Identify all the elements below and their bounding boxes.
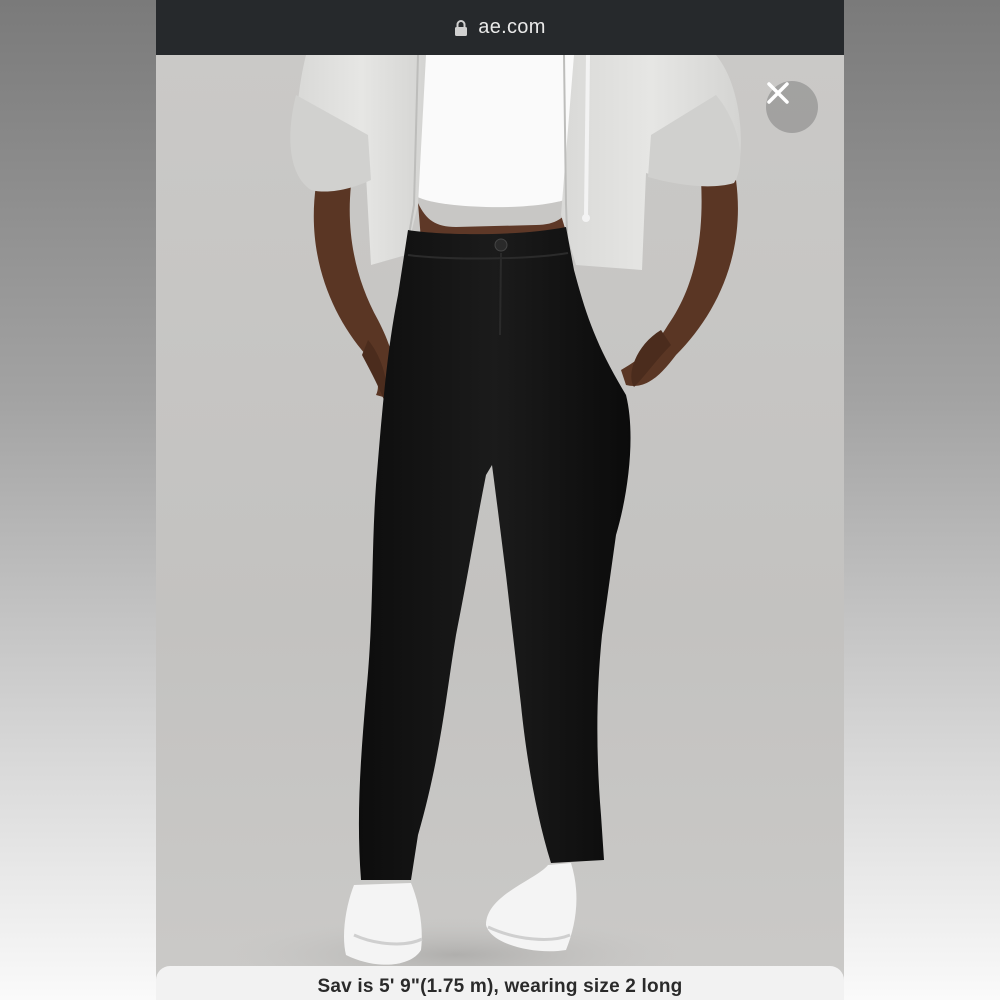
model-info-caption: Sav is 5' 9"(1.75 m), wearing size 2 lon…	[156, 966, 844, 1000]
url-text: ae.com	[478, 16, 546, 38]
blurred-backdrop-left	[0, 0, 156, 1000]
lock-icon	[454, 19, 468, 37]
product-photo-illustration	[156, 55, 844, 1000]
product-image	[156, 55, 844, 1000]
browser-url-bar[interactable]: ae.com	[156, 0, 844, 55]
blurred-backdrop-right	[844, 0, 1000, 1000]
phone-screen: ae.com Sav is 5' 9"(1.75 m), wearing siz…	[156, 0, 844, 1000]
caption-text: Sav is 5' 9"(1.75 m), wearing size 2 lon…	[317, 976, 683, 997]
close-button[interactable]	[766, 81, 818, 133]
